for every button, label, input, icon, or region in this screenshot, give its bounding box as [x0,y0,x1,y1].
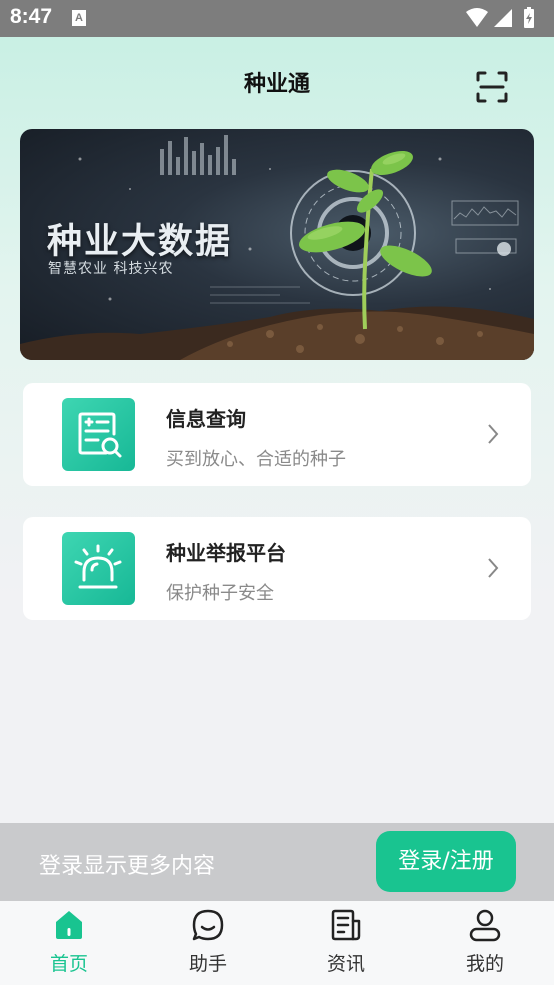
tab-assistant[interactable]: 助手 [139,901,277,985]
signal-icon [494,9,512,27]
status-icons [466,7,534,28]
banner-title: 种业大数据 [47,222,233,262]
banner[interactable]: 种业大数据 智慧农业 科技兴农 [20,129,534,360]
login-prompt-text: 登录显示更多内容 [39,854,216,879]
tab-label: 我的 [465,953,504,975]
tab-label: 助手 [188,953,227,975]
card-subtitle: 买到放心、合适的种子 [166,449,346,470]
news-icon [331,909,361,941]
battery-icon [524,7,534,28]
page-title: 种业通 [243,72,310,97]
status-time: 8:47 [10,5,53,28]
chat-icon [192,909,224,941]
alarm-light-icon [62,532,135,605]
document-search-icon [62,398,135,471]
user-icon [469,909,501,942]
login-prompt-bar: 登录显示更多内容 登录/注册 [0,823,554,901]
notification-icon: A [72,10,86,26]
tab-news[interactable]: 资讯 [277,901,415,985]
status-bar: 8:47 A [0,0,554,37]
scan-icon[interactable] [473,68,511,106]
bottom-tab-bar: 首页 助手 资讯 我的 [0,901,554,985]
banner-subtitle: 智慧农业 科技兴农 [48,261,174,277]
info-query-card[interactable]: 信息查询 买到放心、合适的种子 [23,383,531,486]
seed-report-card[interactable]: 种业举报平台 保护种子安全 [23,517,531,620]
tab-profile[interactable]: 我的 [416,901,554,985]
tab-home[interactable]: 首页 [0,901,138,985]
tab-label: 首页 [49,953,88,975]
wifi-icon [466,8,488,27]
home-icon [56,911,82,939]
card-title: 种业举报平台 [166,541,286,565]
chevron-right-icon [488,558,499,578]
tab-label: 资讯 [326,953,365,975]
card-title: 信息查询 [166,407,246,431]
chevron-right-icon [488,424,499,444]
card-subtitle: 保护种子安全 [166,583,274,604]
login-register-button[interactable]: 登录/注册 [376,831,516,892]
